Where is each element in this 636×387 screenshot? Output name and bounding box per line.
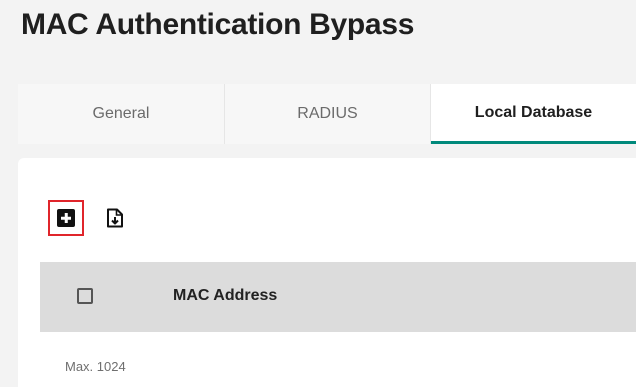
- file-import-icon: [107, 208, 123, 228]
- tab-label: RADIUS: [297, 105, 358, 122]
- select-all-checkbox[interactable]: [77, 288, 93, 304]
- page-title: MAC Authentication Bypass: [21, 8, 415, 41]
- tab-label: General: [92, 105, 150, 122]
- tab-bar: General RADIUS Local Database: [18, 84, 636, 144]
- max-entries-note: Max. 1024: [65, 359, 126, 374]
- tab-radius[interactable]: RADIUS: [225, 84, 431, 144]
- tab-general[interactable]: General: [18, 84, 225, 144]
- column-header-mac-address[interactable]: MAC Address: [173, 287, 277, 305]
- table-header: MAC Address: [40, 262, 636, 332]
- add-entry-button[interactable]: [48, 200, 84, 236]
- table-toolbar: [48, 200, 126, 236]
- tab-local-database[interactable]: Local Database: [431, 84, 636, 144]
- import-button[interactable]: [104, 207, 126, 229]
- tab-label: Local Database: [474, 103, 593, 121]
- page: MAC Authentication Bypass General RADIUS…: [0, 0, 636, 387]
- add-square-icon: [57, 209, 75, 227]
